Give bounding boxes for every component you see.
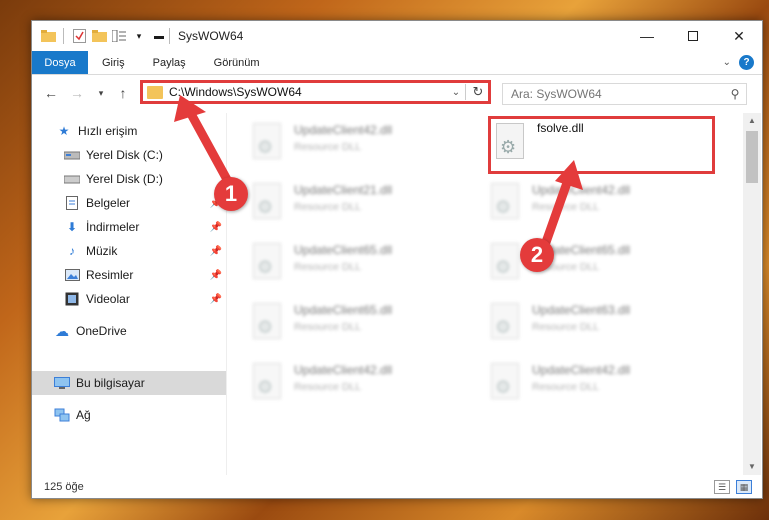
arrow-2 bbox=[540, 160, 583, 250]
step-badge-2: 2 bbox=[520, 238, 554, 272]
annotation-arrows bbox=[174, 95, 583, 250]
step-badge-1: 1 bbox=[214, 177, 248, 211]
arrow-1 bbox=[174, 95, 235, 190]
